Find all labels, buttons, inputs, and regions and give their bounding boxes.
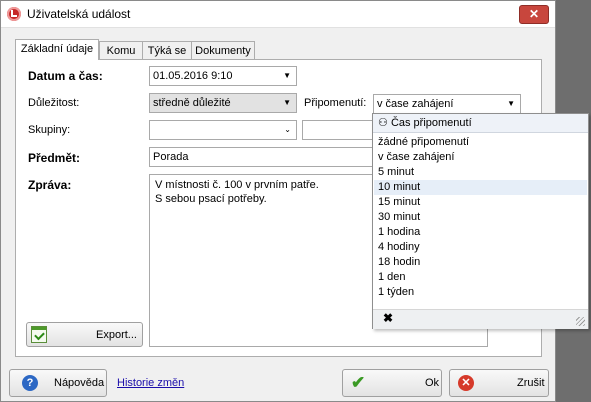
close-icon: ✕ [528,7,540,21]
export-button[interactable]: Export... [26,322,143,347]
close-button[interactable]: ✕ [519,5,549,24]
ok-button[interactable]: ✔ Ok [342,369,442,397]
groups-select-2[interactable] [302,120,377,140]
subject-label: Předmět: [28,151,81,165]
importance-select[interactable]: středně důležité ▼ [149,93,297,113]
tab-basic-info[interactable]: Základní údaje [15,39,99,60]
dropdown-footer: ✖ [373,309,588,329]
chevron-down-icon: ▼ [283,98,291,107]
help-label: Nápověda [54,377,105,389]
dropdown-item[interactable]: 15 minut [374,195,587,210]
cancel-icon: ✕ [458,375,474,391]
dropdown-item[interactable]: 30 minut [374,210,587,225]
binoculars-icon: ⚇ [378,117,388,129]
subject-value: Porada [153,151,189,163]
importance-value: středně důležité [153,97,231,109]
help-button[interactable]: ? Nápověda [9,369,107,397]
history-link[interactable]: Historie změn [117,377,184,389]
check-icon: ✔ [351,373,366,392]
reminder-value: v čase zahájení [377,98,454,110]
chevron-down-icon: ▼ [507,99,515,108]
importance-label: Důležitost: [28,97,80,109]
datetime-value: 01.05.2016 9:10 [153,70,233,82]
groups-label: Skupiny: [28,124,71,136]
tab-to[interactable]: Komu [99,41,143,59]
reminder-label: Připomenutí: [304,97,367,109]
dropdown-item-selected[interactable]: 10 minut [374,180,587,195]
dropdown-header: ⚇ Čas připomenutí [373,114,588,133]
title-bar: Uživatelská událost ✕ [1,1,555,28]
cancel-label: Zrušit [517,377,545,389]
groups-select[interactable]: ⌄ [149,120,297,140]
export-icon [31,326,47,343]
subject-input[interactable]: Porada [149,147,379,167]
dropdown-item[interactable]: 18 hodin [374,255,587,270]
window-title: Uživatelská událost [27,7,131,21]
tab-regarding[interactable]: Týká se [142,41,192,59]
app-icon [7,7,21,21]
export-label: Export... [96,329,137,341]
dropdown-item[interactable]: 1 hodina [374,225,587,240]
message-label: Zpráva: [28,178,72,192]
ok-label: Ok [425,377,440,389]
resize-grip-icon[interactable] [576,317,585,326]
chevron-down-icon: ▼ [283,71,291,80]
clear-icon[interactable]: ✖ [383,311,393,325]
dropdown-item[interactable]: 4 hodiny [374,240,587,255]
reminder-dropdown: ⚇ Čas připomenutí žádné připomenutí v ča… [372,113,589,329]
datetime-label: Datum a čas: [28,69,103,83]
dropdown-item[interactable]: 5 minut [374,165,587,180]
dropdown-item[interactable]: 1 týden [374,285,587,300]
dropdown-item[interactable]: žádné připomenutí [374,135,587,150]
chevron-down-icon: ⌄ [284,125,291,134]
tab-documents[interactable]: Dokumenty [191,41,255,59]
cancel-button[interactable]: ✕ Zrušit [449,369,549,397]
reminder-select[interactable]: v čase zahájení ▼ [373,94,521,114]
dropdown-item[interactable]: v čase zahájení [374,150,587,165]
datetime-picker[interactable]: 01.05.2016 9:10 ▼ [149,66,297,86]
dropdown-header-label: Čas připomenutí [390,117,472,129]
help-icon: ? [22,375,38,391]
dropdown-item[interactable]: 1 den [374,270,587,285]
